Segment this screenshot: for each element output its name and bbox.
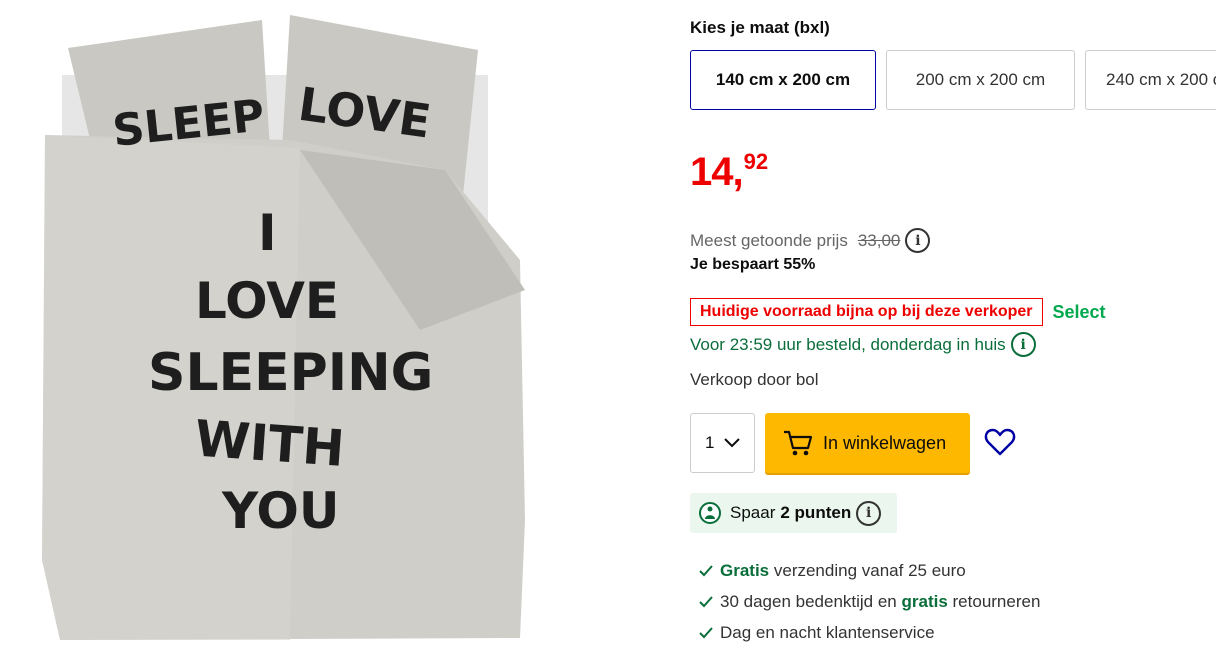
duvet-text-line: SLEEPING	[148, 343, 433, 403]
stock-warning-badge: Huidige voorraad bijna op bij deze verko…	[690, 298, 1043, 326]
usp-highlight: Gratis	[720, 560, 770, 580]
usp-item: 30 dagen bedenktijd en gratis retournere…	[698, 586, 1040, 617]
delivery-text: Voor 23:59 uur besteld, donderdag in hui…	[690, 334, 1006, 354]
info-icon[interactable]: i	[856, 500, 882, 526]
add-to-cart-label: In winkelwagen	[823, 432, 947, 453]
usp-text: verzending vanaf 25 euro	[769, 560, 966, 580]
duvet-text-line: YOU	[221, 482, 340, 540]
usp-item: Dag en nacht klantenservice	[698, 617, 1040, 646]
product-buy-panel: Kies je maat (bxl) 140 cm x 200 cm 200 c…	[690, 0, 1216, 646]
points-amount: 2 punten	[780, 503, 852, 522]
size-option-140x200[interactable]: 140 cm x 200 cm	[690, 50, 876, 110]
check-icon	[699, 564, 713, 576]
chevron-down-icon	[724, 438, 741, 448]
price-separator: ,	[732, 150, 744, 194]
price-cents: 92	[743, 149, 769, 174]
info-icon[interactable]: i	[1010, 332, 1036, 357]
usp-item: Gratis verzending vanaf 25 euro	[698, 555, 1040, 586]
stock-row: Huidige voorraad bijna op bij deze verko…	[690, 298, 1106, 326]
usp-text: retourneren	[947, 591, 1041, 611]
usp-text: Dag en nacht klantenservice	[720, 622, 935, 642]
points-prefix: Spaar	[730, 503, 776, 522]
size-options: 140 cm x 200 cm 200 cm x 200 cm 240 cm x…	[690, 50, 1216, 110]
usp-highlight: gratis	[901, 591, 948, 611]
duvet-cover-illustration: SLEEP LOVE I LOVE SLEEPING WITH YOU	[42, 15, 525, 640]
check-icon	[699, 626, 713, 638]
old-price: 33,00	[857, 230, 901, 250]
reference-price: Meest getoonde prijs 33,00 i	[690, 228, 931, 253]
usp-text: 30 dagen bedenktijd en	[720, 591, 902, 611]
duvet-text-line: I	[258, 204, 277, 262]
size-option-240x200[interactable]: 240 cm x 200 cm	[1085, 50, 1216, 110]
heart-icon[interactable]	[984, 426, 1016, 458]
size-selector-label: Kies je maat (bxl)	[690, 18, 830, 37]
quantity-value: 1	[705, 433, 715, 452]
seller-text: Verkoop door bol	[690, 370, 819, 389]
add-to-cart-button[interactable]: In winkelwagen	[765, 413, 970, 473]
saving-text: Je bespaart 55%	[690, 256, 816, 273]
duvet-text-line: WITH	[193, 410, 346, 478]
reference-price-label: Meest getoonde prijs	[690, 230, 848, 250]
info-icon[interactable]: i	[905, 228, 931, 253]
quantity-select[interactable]: 1	[690, 413, 755, 473]
check-icon	[699, 595, 713, 607]
usp-list: Gratis verzending vanaf 25 euro 30 dagen…	[698, 555, 1040, 646]
price-whole: 14	[690, 150, 733, 194]
delivery-info: Voor 23:59 uur besteld, donderdag in hui…	[690, 332, 1036, 357]
product-image[interactable]: SLEEP LOVE I LOVE SLEEPING WITH YOU	[0, 0, 560, 646]
price: 14,92	[690, 149, 769, 194]
points-icon	[699, 502, 721, 524]
points-banner: Spaar 2 punten i	[690, 493, 897, 533]
duvet-text-line: LOVE	[195, 272, 339, 330]
select-label[interactable]: Select	[1053, 302, 1106, 323]
size-option-200x200[interactable]: 200 cm x 200 cm	[886, 50, 1075, 110]
cart-icon	[784, 430, 813, 456]
